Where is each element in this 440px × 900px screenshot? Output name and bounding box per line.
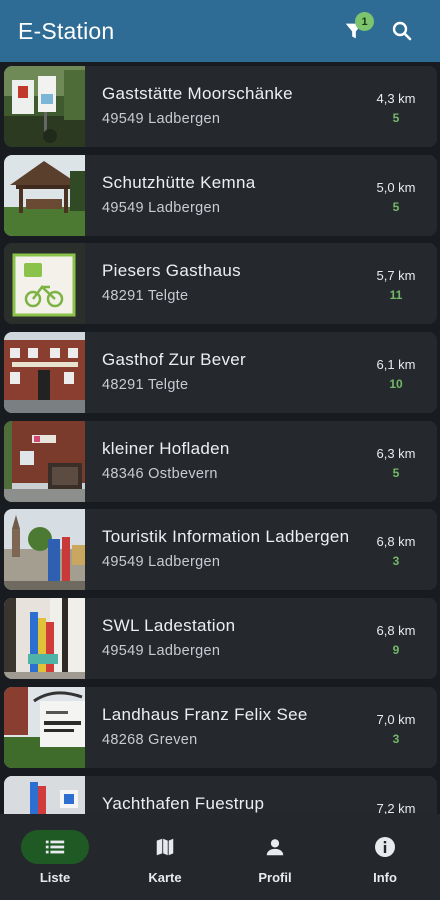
nav-item-karte[interactable]: Karte [110,814,220,900]
station-name: Touristik Information Ladbergen [102,527,350,547]
station-distance: 6,1 km [376,357,416,373]
station-card[interactable]: Schutzhütte Kemna 49549 Ladbergen 5,0 km… [4,154,437,236]
station-distance: 4,3 km [376,91,416,106]
shelter-hut-photo [4,154,85,236]
station-count: 3 [392,731,400,746]
church-square-photo [4,509,85,591]
station-name: Piesers Gasthaus [102,261,241,281]
station-distance: 7,2 km [376,800,416,815]
nav-active-indicator [21,830,89,864]
station-count: 3 [392,554,400,569]
app-bar: E-Station 1 [0,0,440,62]
search-button[interactable] [382,11,422,51]
station-count: 5 [392,465,400,480]
station-address: 49549 Ladbergen [102,111,221,127]
nav-label: Profil [258,870,292,885]
station-address: 49549 Ladbergen [102,199,221,216]
info-icon [375,837,395,857]
station-address: 48346 Ostbevern [102,465,218,482]
station-distance: 5,0 km [376,179,416,195]
station-name: Schutzhütte Kemna [102,172,256,192]
list-icon [45,840,65,854]
nav-label: Liste [39,870,71,885]
map-icon [156,838,174,856]
station-count: 5 [392,199,400,214]
station-address: 48268 Greven [102,731,198,748]
station-list[interactable]: Gaststätte Moorschänke 49549 Ladbergen 4… [0,62,440,814]
brick-inn-photo [4,332,85,414]
nav-item-profil[interactable]: Profil [220,814,330,900]
harbor-photo [4,775,85,814]
station-distance: 6,3 km [376,445,416,461]
station-card[interactable]: Yachthafen Fuestrup 7,2 km [4,775,437,815]
charging-pillars-photo [4,598,85,680]
nav-item-liste[interactable]: Liste [0,814,110,900]
ebike-sign-photo [4,243,85,325]
station-distance: 6,8 km [376,623,416,639]
station-name: Landhaus Franz Felix See [102,704,308,724]
bottom-navigation: Liste Karte Profil Info [0,814,440,900]
farm-shop-photo [4,420,85,502]
station-card[interactable]: Landhaus Franz Felix See 48268 Greven 7,… [4,686,437,768]
station-distance: 6,8 km [376,534,416,550]
station-card[interactable]: Gasthof Zur Bever 48291 Telgte 6,1 km 10 [4,332,437,414]
station-address: 49549 Ladbergen [102,643,221,660]
station-name: Gasthof Zur Bever [102,350,246,370]
search-icon [392,21,412,41]
station-count: 5 [392,111,400,125]
station-address: 49549 Ladbergen [102,554,221,571]
filter-count-badge: 1 [355,12,374,31]
station-address: 48291 Telgte [102,288,189,305]
app-title: E-Station [18,17,115,44]
station-card[interactable]: Piesers Gasthaus 48291 Telgte 5,7 km 11 [4,243,437,325]
station-card[interactable]: Gaststätte Moorschänke 49549 Ladbergen 4… [4,66,437,147]
nav-label: Info [373,870,397,885]
station-name: Yachthafen Fuestrup [102,793,265,813]
station-name: kleiner Hofladen [102,438,230,458]
station-card[interactable]: SWL Ladestation 49549 Ladbergen 6,8 km 9 [4,598,437,680]
charging-sign-photo [4,66,85,147]
station-count: 9 [392,643,400,658]
station-card[interactable]: kleiner Hofladen 48346 Ostbevern 6,3 km … [4,420,437,502]
station-name: SWL Ladestation [102,616,236,636]
filter-button[interactable]: 1 [334,11,374,51]
person-icon [266,839,284,856]
station-name: Gaststätte Moorschänke [102,84,293,103]
hotel-sign-photo [4,686,85,768]
nav-item-info[interactable]: Info [330,814,440,900]
station-count: 11 [389,288,403,303]
station-card[interactable]: Touristik Information Ladbergen 49549 La… [4,509,437,591]
nav-label: Karte [148,870,182,885]
station-address: 48291 Telgte [102,377,189,394]
station-distance: 7,0 km [376,711,416,727]
station-distance: 5,7 km [376,268,416,284]
station-count: 10 [389,377,403,392]
